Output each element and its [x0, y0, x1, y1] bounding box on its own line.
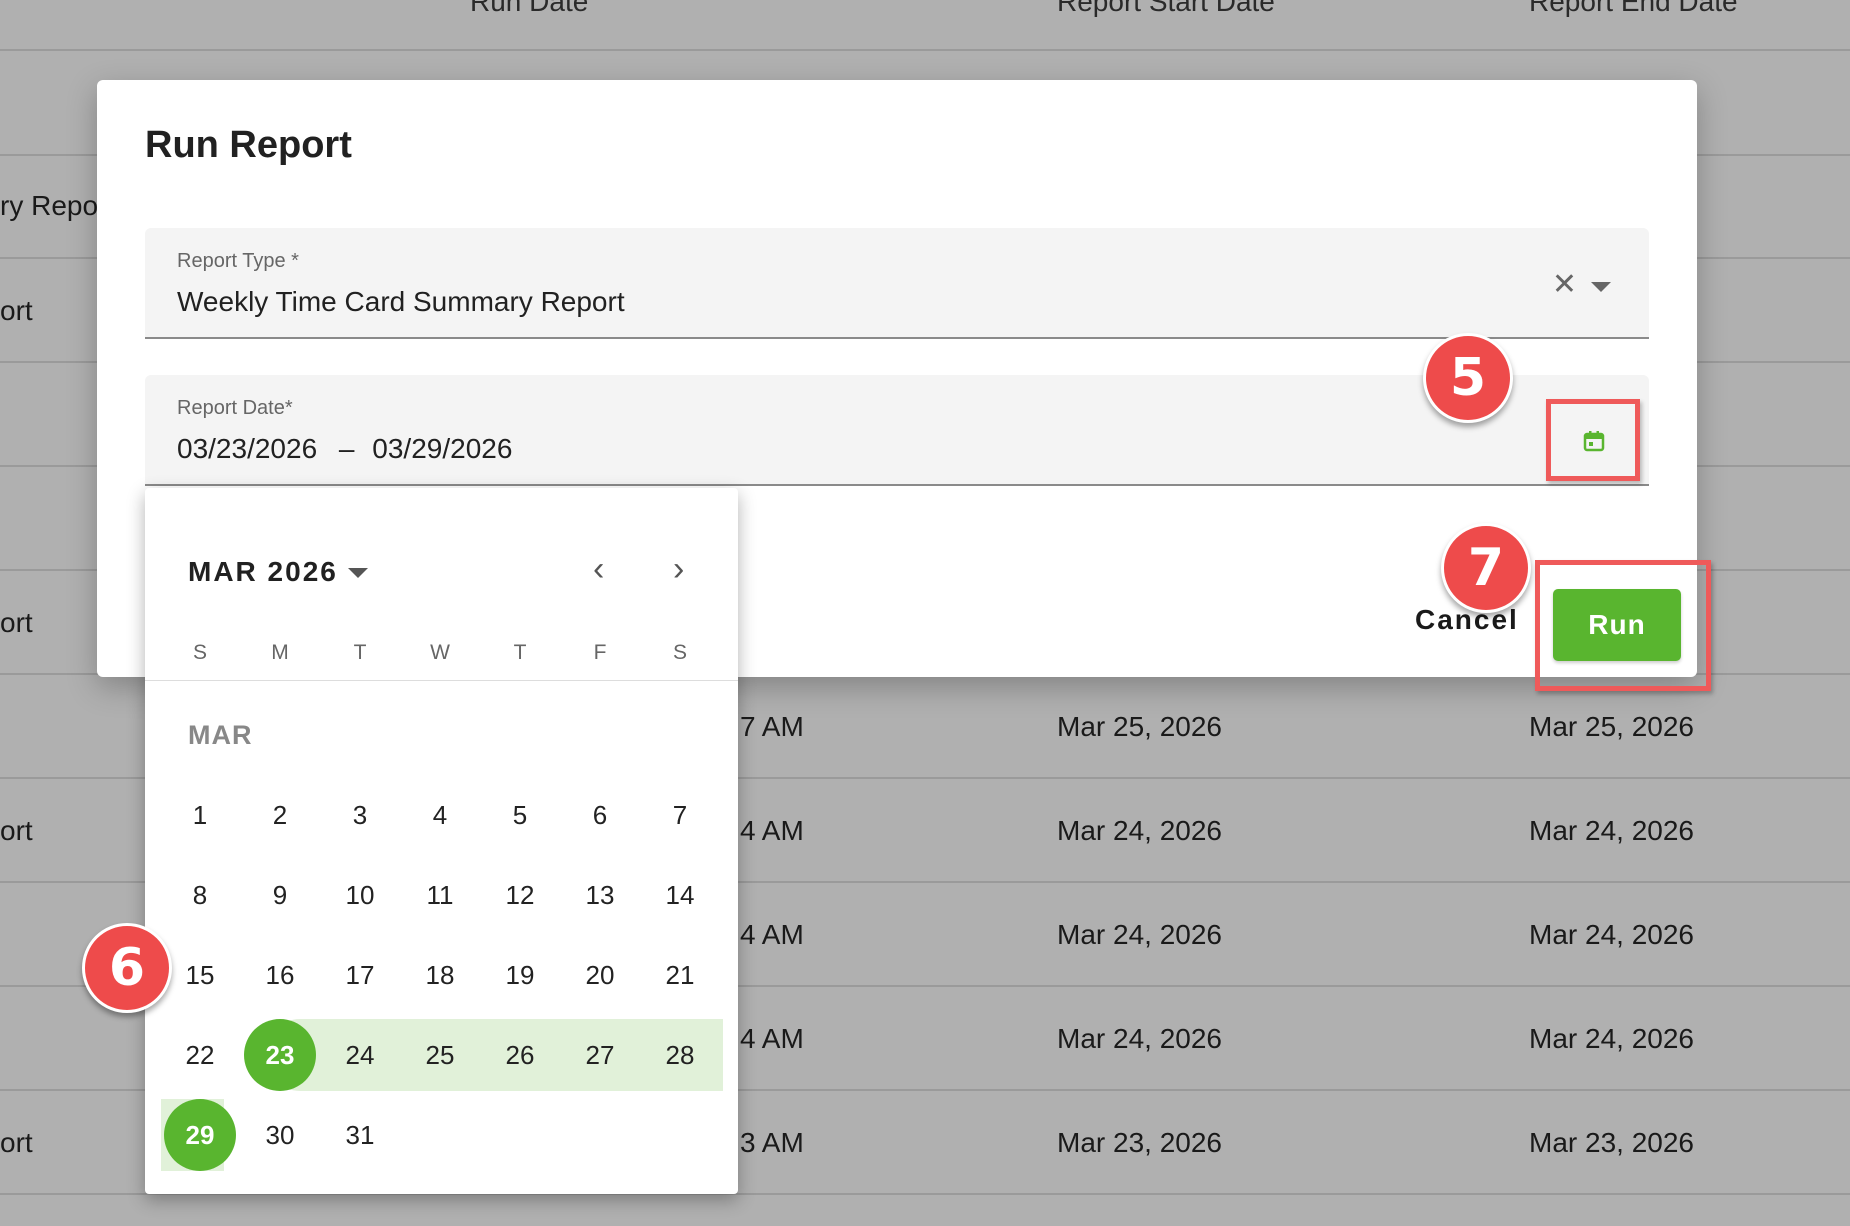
step-marker-6: 6: [82, 923, 172, 1013]
calendar-day[interactable]: 10: [324, 859, 396, 931]
dialog-title: Run Report: [145, 124, 352, 166]
weekday-header: T: [513, 641, 527, 664]
table-cell-start-date: Mar 24, 2026: [1057, 1023, 1222, 1054]
calendar-toggle-button[interactable]: [1546, 399, 1640, 481]
table-cell-run-date: 4 AM: [740, 1023, 804, 1054]
calendar-day[interactable]: 15: [164, 939, 236, 1011]
report-date-label: Report Date*: [177, 397, 293, 419]
table-cell-run-date: 7 AM: [740, 711, 804, 742]
weekday-header: F: [593, 641, 607, 664]
table-cell-start-date: Mar 23, 2026: [1057, 1127, 1222, 1158]
step-marker-7: 7: [1441, 523, 1531, 613]
weekday-header: S: [192, 641, 207, 664]
table-cell-end-date: Mar 25, 2026: [1529, 711, 1694, 742]
calendar-day[interactable]: 7: [644, 779, 716, 851]
calendar-divider: [145, 680, 738, 681]
table-cell-report-name: ort: [0, 815, 33, 846]
table-cell-report-name: ort: [0, 295, 33, 326]
calendar-day[interactable]: 26: [484, 1019, 556, 1091]
table-cell-end-date: Mar 24, 2026: [1529, 815, 1694, 846]
report-date-field[interactable]: Report Date* 03/23/2026 – 03/29/2026: [145, 375, 1649, 486]
table-cell-report-name: ort: [0, 1127, 33, 1158]
calendar-day[interactable]: 20: [564, 939, 636, 1011]
report-date-value: 03/23/2026 – 03/29/2026: [177, 433, 512, 465]
calendar-day[interactable]: 2: [244, 779, 316, 851]
table-cell-report-name: ry Repor: [0, 190, 108, 221]
calendar-day[interactable]: 28: [644, 1019, 716, 1091]
calendar-day[interactable]: 4: [404, 779, 476, 851]
calendar-day[interactable]: 12: [484, 859, 556, 931]
date-picker-popup: MAR 2026 ‹ › S M T W T F S MAR 123456789…: [145, 488, 738, 1194]
column-header-report-start-date[interactable]: Report Start Date: [1057, 0, 1275, 18]
calendar-day[interactable]: 31: [324, 1099, 396, 1171]
report-date-end: 03/29/2026: [372, 433, 513, 464]
table-cell-start-date: Mar 24, 2026: [1057, 919, 1222, 950]
calendar-day[interactable]: 8: [164, 859, 236, 931]
weekday-header: W: [430, 641, 450, 664]
calendar-day[interactable]: 11: [404, 859, 476, 931]
calendar-day[interactable]: 21: [644, 939, 716, 1011]
calendar-day[interactable]: 3: [324, 779, 396, 851]
table-cell-start-date: Mar 25, 2026: [1057, 711, 1222, 742]
calendar-day[interactable]: 24: [324, 1019, 396, 1091]
report-type-select[interactable]: Report Type * Weekly Time Card Summary R…: [145, 228, 1649, 339]
report-type-label: Report Type *: [177, 250, 299, 272]
row-divider: [0, 49, 1850, 51]
calendar-day[interactable]: 19: [484, 939, 556, 1011]
run-button[interactable]: Run: [1553, 589, 1681, 661]
calendar-day[interactable]: 22: [164, 1019, 236, 1091]
calendar-day[interactable]: 13: [564, 859, 636, 931]
calendar-month-label: MAR: [188, 720, 253, 750]
weekday-header: T: [353, 641, 367, 664]
calendar-day[interactable]: 23: [244, 1019, 316, 1091]
weekday-header: S: [672, 641, 687, 664]
calendar-day[interactable]: 30: [244, 1099, 316, 1171]
calendar-day[interactable]: 9: [244, 859, 316, 931]
calendar-day[interactable]: 5: [484, 779, 556, 851]
column-header-run-date[interactable]: Run Date: [470, 0, 588, 18]
weekday-header: M: [271, 641, 289, 664]
table-cell-run-date: 4 AM: [740, 919, 804, 950]
table-cell-end-date: Mar 24, 2026: [1529, 1023, 1694, 1054]
calendar-day[interactable]: 27: [564, 1019, 636, 1091]
calendar-day[interactable]: 6: [564, 779, 636, 851]
month-year-select[interactable]: MAR 2026: [188, 556, 338, 588]
report-type-value: Weekly Time Card Summary Report: [177, 286, 625, 317]
caret-down-icon[interactable]: [348, 568, 368, 578]
chevron-left-icon[interactable]: ‹: [593, 552, 604, 586]
calendar-day[interactable]: 17: [324, 939, 396, 1011]
column-header-report-end-date[interactable]: Report End Date: [1529, 0, 1738, 18]
chevron-right-icon[interactable]: ›: [673, 552, 684, 586]
calendar-day[interactable]: 16: [244, 939, 316, 1011]
table-cell-end-date: Mar 24, 2026: [1529, 919, 1694, 950]
step-marker-5: 5: [1423, 333, 1513, 423]
table-cell-run-date: 4 AM: [740, 815, 804, 846]
table-cell-report-name: ort: [0, 607, 33, 638]
calendar-day[interactable]: 29: [164, 1099, 236, 1171]
calendar-day[interactable]: 1: [164, 779, 236, 851]
calendar-day[interactable]: 25: [404, 1019, 476, 1091]
close-icon[interactable]: ✕: [1552, 270, 1577, 300]
table-cell-run-date: 3 AM: [740, 1127, 804, 1158]
table-cell-start-date: Mar 24, 2026: [1057, 815, 1222, 846]
calendar-icon: [1583, 431, 1605, 452]
calendar-day[interactable]: 18: [404, 939, 476, 1011]
calendar-day[interactable]: 14: [644, 859, 716, 931]
report-date-separator: –: [338, 433, 355, 464]
table-cell-end-date: Mar 23, 2026: [1529, 1127, 1694, 1158]
report-date-start: 03/23/2026: [177, 433, 318, 464]
caret-down-icon[interactable]: [1591, 282, 1611, 292]
